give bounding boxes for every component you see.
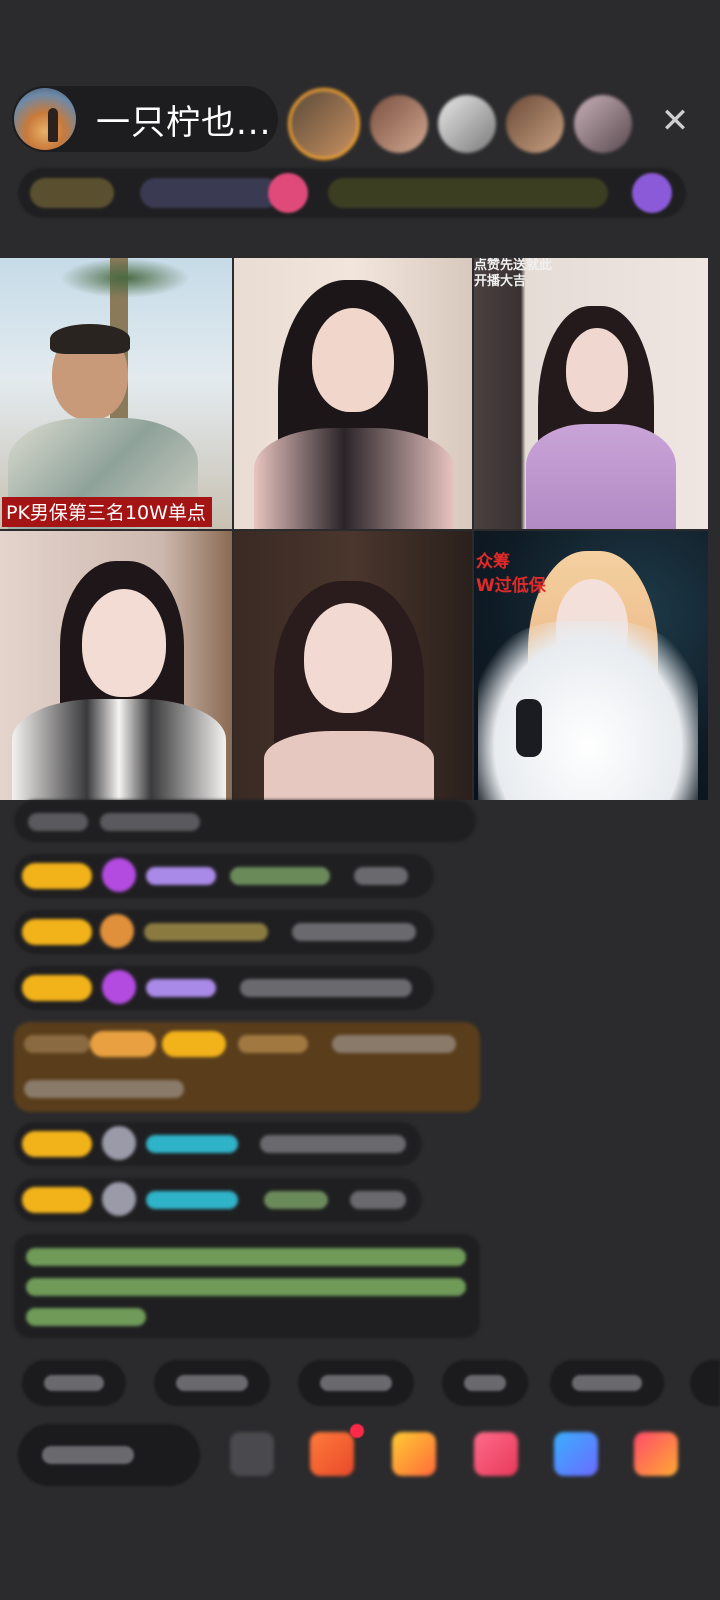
chat-username — [144, 923, 268, 941]
video-tile[interactable] — [0, 531, 232, 800]
streamer-body — [264, 731, 434, 800]
pk-video-grid: PK男保第三名10W单点 点赞先送就此 开播大吉 众筹 W过低保 — [0, 258, 708, 800]
streamer-hair — [50, 324, 130, 354]
lucky-draw-icon[interactable] — [474, 1432, 518, 1476]
fan-badge-icon — [102, 1182, 136, 1216]
viewer-avatar[interactable] — [438, 95, 496, 153]
chat-text — [292, 923, 416, 941]
chat-text — [100, 813, 200, 831]
fan-badge-icon — [102, 1126, 136, 1160]
chat-message[interactable] — [14, 1178, 422, 1222]
share-icon[interactable] — [554, 1432, 598, 1476]
level-chip — [30, 178, 114, 208]
streamer-head — [312, 308, 394, 412]
room-tag-chip — [328, 178, 608, 208]
video-tile[interactable]: 点赞先送就此 开播大吉 — [474, 258, 708, 529]
video-tile[interactable] — [234, 531, 472, 800]
gem-icon — [102, 858, 136, 892]
room-info-strip[interactable] — [18, 168, 686, 218]
gift-bag-icon[interactable] — [310, 1432, 354, 1476]
chat-text — [28, 813, 88, 831]
chat-message[interactable] — [14, 800, 476, 842]
chat-username — [146, 867, 216, 885]
highlight-message[interactable] — [14, 1022, 480, 1112]
user-level-badge — [162, 1031, 226, 1057]
palm-tree — [60, 258, 190, 298]
notice-text — [26, 1248, 466, 1266]
host-avatar[interactable] — [14, 88, 76, 150]
chat-text — [260, 1135, 406, 1153]
vip-badge — [90, 1031, 156, 1057]
chat-username — [146, 1191, 238, 1209]
quick-action-button[interactable] — [442, 1360, 528, 1406]
chat-message[interactable] — [14, 1122, 422, 1166]
streamer-body — [478, 621, 698, 800]
streamer-head — [82, 589, 166, 697]
streamer-head — [304, 603, 392, 713]
chat-username — [146, 1135, 238, 1153]
chat-text — [264, 1191, 328, 1209]
video-tile[interactable] — [234, 258, 472, 529]
chat-text — [354, 867, 408, 885]
chat-text — [350, 1191, 406, 1209]
chat-text — [240, 979, 412, 997]
input-placeholder — [42, 1446, 134, 1464]
fan-club-icon[interactable] — [392, 1432, 436, 1476]
tile-corner-note: 点赞先送就此 开播大吉 — [474, 258, 553, 289]
microphone — [516, 699, 542, 757]
notification-dot — [350, 1424, 364, 1438]
chat-text — [230, 867, 330, 885]
top-viewers-list — [288, 88, 642, 160]
system-notice — [14, 1234, 480, 1338]
chat-message[interactable] — [14, 966, 434, 1010]
room-badge-icon — [268, 173, 308, 213]
quick-action-button[interactable] — [690, 1360, 720, 1406]
viewer-avatar[interactable] — [506, 95, 564, 153]
viewer-avatar[interactable] — [288, 88, 360, 160]
close-icon[interactable]: ✕ — [654, 100, 696, 142]
video-tile[interactable]: 众筹 W过低保 — [474, 531, 708, 800]
host-info-pill[interactable]: 一只柠也... — [12, 86, 278, 152]
gem-icon — [102, 970, 136, 1004]
notice-text — [26, 1278, 466, 1296]
pk-rank-label: PK男保第三名10W单点 — [2, 497, 212, 527]
user-level-badge — [22, 919, 92, 945]
quick-action-button[interactable] — [298, 1360, 414, 1406]
gift-icon[interactable] — [634, 1432, 678, 1476]
streamer-body — [12, 699, 226, 800]
chat-username — [146, 979, 216, 997]
room-stat-chip — [140, 178, 280, 208]
user-level-badge — [22, 1187, 92, 1213]
host-name: 一只柠也... — [96, 102, 272, 143]
viewer-avatar[interactable] — [574, 95, 632, 153]
notice-text — [26, 1308, 146, 1326]
chat-username — [238, 1035, 308, 1053]
quick-action-button[interactable] — [550, 1360, 664, 1406]
chat-text — [24, 1035, 90, 1053]
chat-message[interactable] — [14, 854, 434, 898]
user-level-badge — [22, 975, 92, 1001]
fan-badge-icon — [100, 914, 134, 948]
streamer-body — [254, 428, 454, 529]
viewer-avatar[interactable] — [370, 95, 428, 153]
emoji-icon[interactable] — [230, 1432, 274, 1476]
chat-text — [332, 1035, 456, 1053]
user-level-badge — [22, 1131, 92, 1157]
video-tile[interactable]: PK男保第三名10W单点 — [0, 258, 232, 529]
streamer-head — [566, 328, 628, 412]
streamer-body — [526, 424, 676, 529]
quick-action-button[interactable] — [22, 1360, 126, 1406]
user-level-badge — [22, 863, 92, 889]
tile-corner-note: 众筹 — [476, 552, 510, 572]
comment-input[interactable] — [18, 1424, 200, 1486]
chat-text — [24, 1080, 184, 1098]
quick-action-button[interactable] — [154, 1360, 270, 1406]
chat-message[interactable] — [14, 910, 434, 954]
tile-corner-note: W过低保 — [476, 576, 546, 596]
room-gift-icon — [632, 173, 672, 213]
